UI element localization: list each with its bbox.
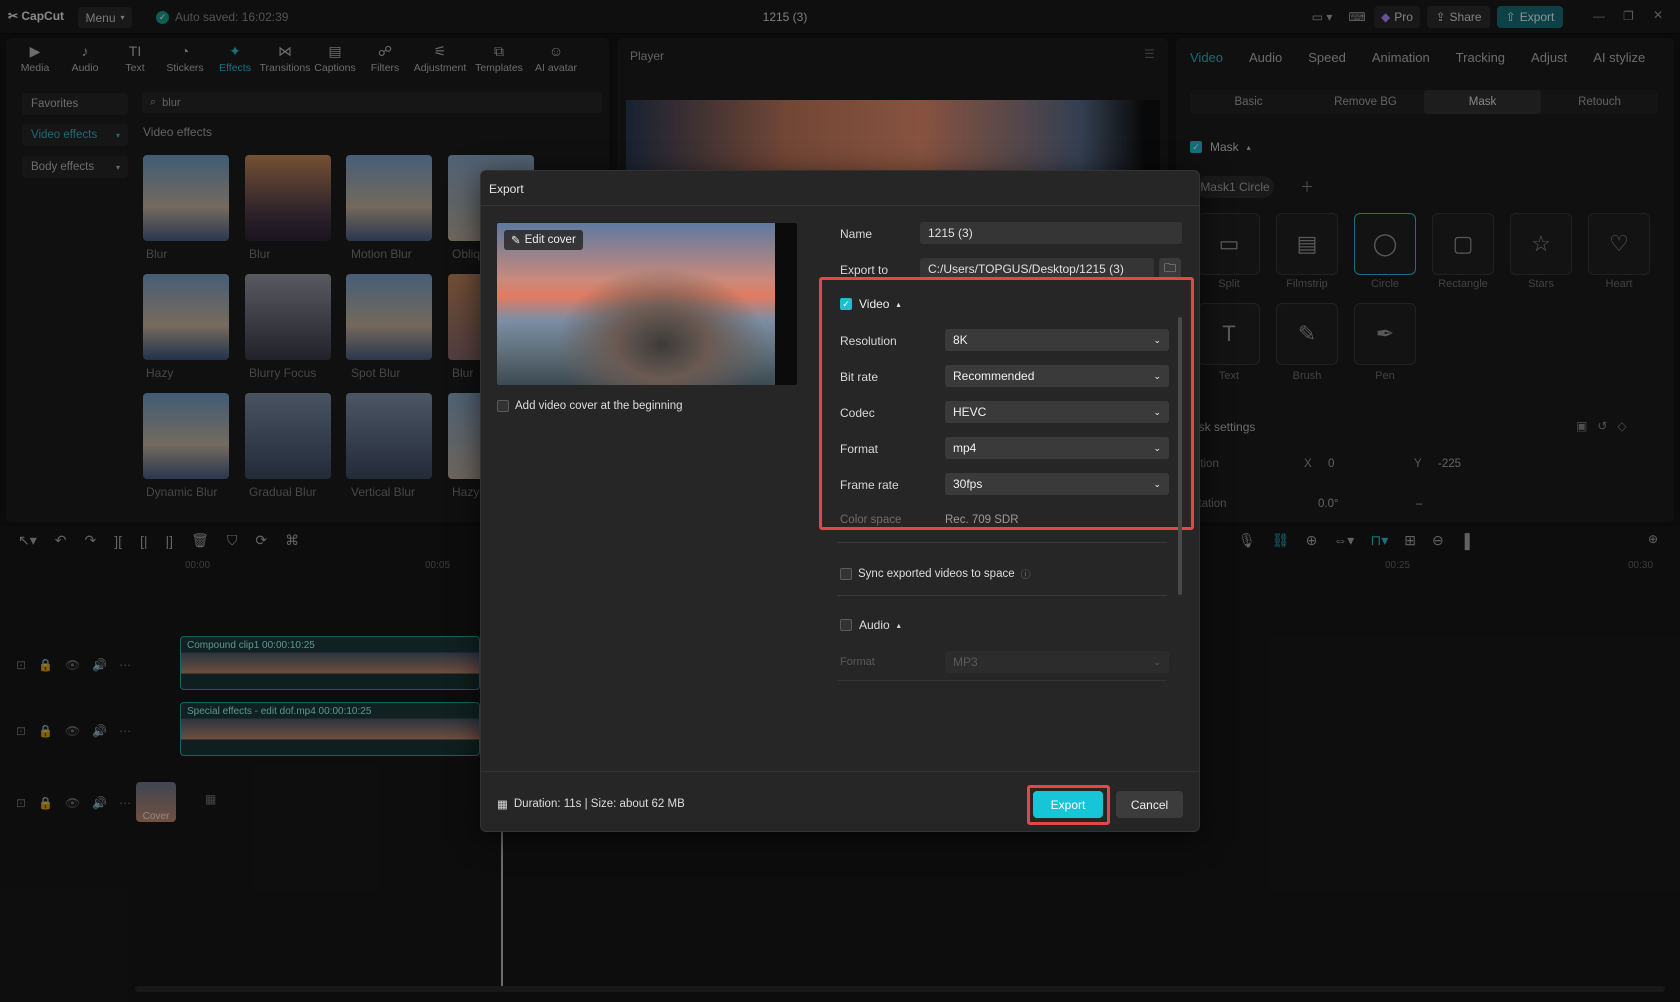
divider (837, 595, 1167, 596)
export-to-label: Export to (840, 263, 889, 277)
framerate-select[interactable]: 30fps ⌄ (945, 473, 1169, 495)
bitrate-label: Bit rate (840, 370, 879, 384)
export-dialog: Export ✎ Edit cover Add video cover at th… (480, 170, 1200, 832)
audio-format-select[interactable]: MP3 ⌄ (945, 651, 1169, 673)
chevron-down-icon: ⌄ (1153, 370, 1161, 381)
help-icon[interactable]: ⓘ (1021, 566, 1031, 581)
codec-select[interactable]: HEVC ⌄ (945, 401, 1169, 423)
film-strip-icon: ▦ (497, 799, 508, 811)
colorspace-label: Color space (840, 514, 902, 526)
resolution-label: Resolution (840, 334, 897, 348)
export-button[interactable]: Export (1033, 791, 1103, 818)
video-section-toggle[interactable]: ✓ Video ▴ (840, 297, 901, 311)
add-cover-option[interactable]: Add video cover at the beginning (497, 400, 683, 412)
divider (837, 680, 1167, 681)
footer-info: ▦ Duration: 11s | Size: about 62 MB (497, 798, 685, 811)
sync-option[interactable]: Sync exported videos to space ⓘ (840, 566, 1031, 581)
chevron-down-icon: ⌄ (1153, 406, 1161, 417)
chevron-down-icon: ⌄ (1153, 334, 1161, 345)
audio-format-label: Format (840, 656, 875, 668)
pencil-icon: ✎ (511, 235, 521, 247)
colorspace-value: Rec. 709 SDR (945, 514, 1019, 526)
chevron-down-icon: ⌄ (1153, 442, 1161, 453)
format-select[interactable]: mp4 ⌄ (945, 437, 1169, 459)
video-checkbox[interactable]: ✓ (840, 298, 852, 310)
add-cover-checkbox[interactable] (497, 400, 509, 412)
framerate-label: Frame rate (840, 478, 899, 492)
name-label: Name (840, 227, 873, 241)
audio-section-toggle[interactable]: Audio ▴ (840, 618, 901, 632)
bitrate-select[interactable]: Recommended ⌄ (945, 365, 1169, 387)
resolution-select[interactable]: 8K ⌄ (945, 329, 1169, 351)
cancel-button[interactable]: Cancel (1116, 791, 1183, 818)
audio-checkbox[interactable] (840, 619, 852, 631)
preview-edge (775, 223, 797, 385)
edit-cover-button[interactable]: ✎ Edit cover (504, 230, 583, 250)
footer-divider (481, 771, 1199, 772)
format-label: Format (840, 442, 879, 456)
dialog-title: Export (489, 182, 524, 196)
divider (837, 542, 1167, 543)
chevron-down-icon: ⌄ (1153, 478, 1161, 489)
sync-checkbox[interactable] (840, 567, 852, 580)
codec-label: Codec (840, 406, 875, 420)
settings-scrollbar[interactable] (1178, 317, 1182, 595)
divider (481, 205, 1199, 206)
name-input[interactable]: 1215 (3) (920, 222, 1182, 244)
